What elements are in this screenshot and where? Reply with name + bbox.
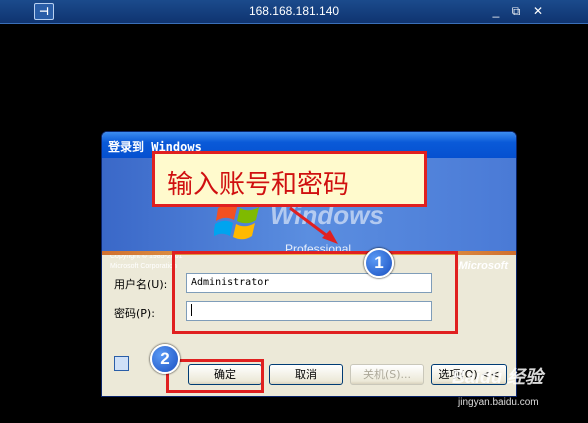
step-1-badge: 1 (364, 248, 394, 278)
callout-arrow-icon (289, 206, 338, 244)
watermark-brand: Baidu 经验 (452, 367, 544, 387)
step-2-badge: 2 (150, 344, 180, 374)
watermark-url: jingyan.baidu.com (458, 397, 539, 408)
ok-highlight (166, 359, 264, 393)
baidu-watermark: Baidu 经验 jingyan.baidu.com (452, 363, 544, 408)
credentials-highlight (172, 251, 458, 334)
